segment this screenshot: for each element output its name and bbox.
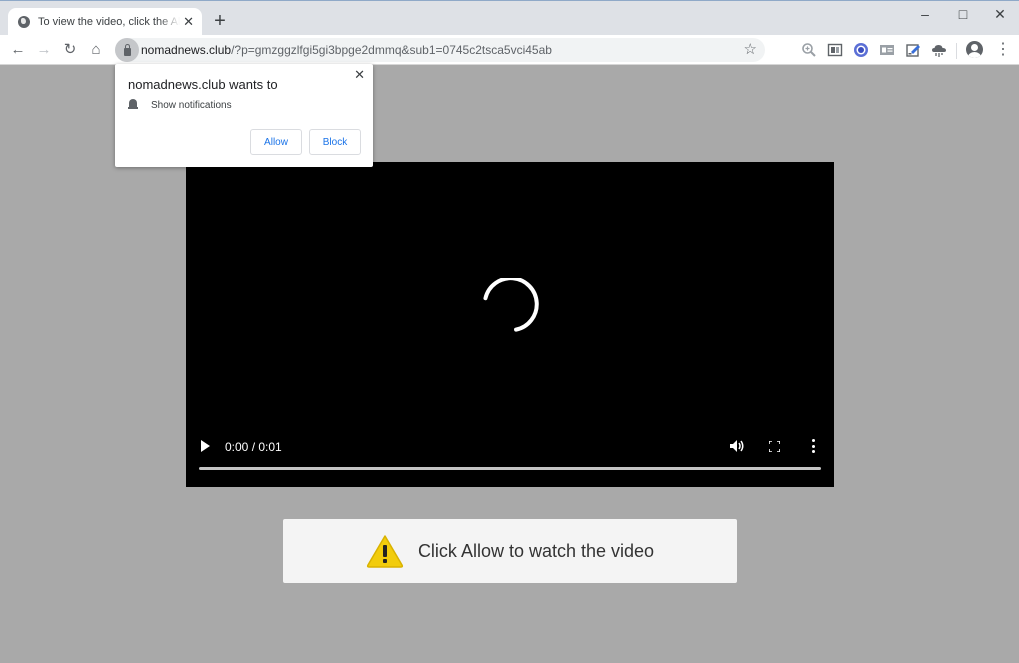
volume-icon[interactable] (729, 439, 745, 453)
popup-close-button[interactable]: ✕ (354, 67, 365, 83)
video-time: 0:00 / 0:01 (225, 440, 282, 454)
cta-text: Click Allow to watch the video (417, 540, 655, 561)
block-button[interactable]: Block (309, 129, 361, 155)
bell-icon (128, 99, 138, 111)
fullscreen-icon[interactable] (769, 441, 780, 452)
permission-label: Show notifications (151, 99, 232, 111)
edit-extension-icon[interactable] (904, 41, 922, 59)
video-more-options-icon[interactable] (812, 439, 816, 453)
site-info-button[interactable] (115, 38, 139, 62)
maximize-button[interactable]: □ (945, 4, 981, 24)
allow-prompt-banner: Click Allow to watch the video (283, 519, 737, 583)
profile-avatar-icon[interactable] (966, 41, 983, 58)
minimize-button[interactable]: – (907, 4, 943, 24)
permission-row: Show notifications (128, 99, 232, 111)
url-host: nomadnews.club (141, 43, 232, 57)
browser-menu-button[interactable]: ⋮ (995, 41, 1011, 59)
tab-close-button[interactable]: ✕ (183, 14, 194, 30)
home-button[interactable]: ⌂ (86, 40, 106, 60)
video-progress-bar[interactable] (199, 467, 821, 470)
warning-icon (366, 535, 404, 568)
url-text[interactable]: nomadnews.club/?p=gmzggzlfgi5gi3bpge2dmm… (141, 43, 552, 57)
reload-button[interactable]: ↻ (60, 40, 80, 60)
toolbar-divider (956, 43, 957, 59)
globe-icon (18, 16, 30, 28)
address-bar[interactable]: nomadnews.club/?p=gmzggzlfgi5gi3bpge2dmm… (115, 38, 765, 62)
notification-permission-popup: nomadnews.club wants to ✕ Show notificat… (115, 64, 373, 167)
cloud-extension-icon[interactable] (930, 41, 948, 59)
reader-extension-icon[interactable] (826, 41, 844, 59)
bookmark-star-icon[interactable]: ☆ (744, 40, 757, 58)
title-bar: To view the video, click the Allow butto… (0, 0, 1019, 36)
lock-icon (123, 43, 131, 56)
tab-title: To view the video, click the Allow butto… (38, 16, 180, 28)
back-button[interactable]: ← (8, 40, 28, 60)
popup-title: nomadnews.club wants to (128, 77, 278, 92)
zoom-magnifier-icon[interactable] (800, 41, 818, 59)
video-player[interactable]: 0:00 / 0:01 (186, 162, 834, 487)
new-tab-button[interactable]: + (210, 10, 230, 32)
circle-extension-icon[interactable] (852, 41, 870, 59)
close-window-button[interactable]: ✕ (982, 4, 1018, 24)
url-path: /?p=gmzggzlfgi5gi3bpge2dmmq&sub1=0745c2t… (231, 43, 552, 57)
browser-tab[interactable]: To view the video, click the Allow butto… (8, 8, 202, 36)
forward-button[interactable]: → (34, 40, 54, 60)
browser-toolbar: ← → ↻ ⌂ nomadnews.club/?p=gmzggzlfgi5gi3… (0, 35, 1019, 65)
loading-spinner-icon (483, 278, 539, 332)
id-card-extension-icon[interactable] (878, 41, 896, 59)
play-button[interactable] (201, 440, 210, 452)
allow-button[interactable]: Allow (250, 129, 302, 155)
